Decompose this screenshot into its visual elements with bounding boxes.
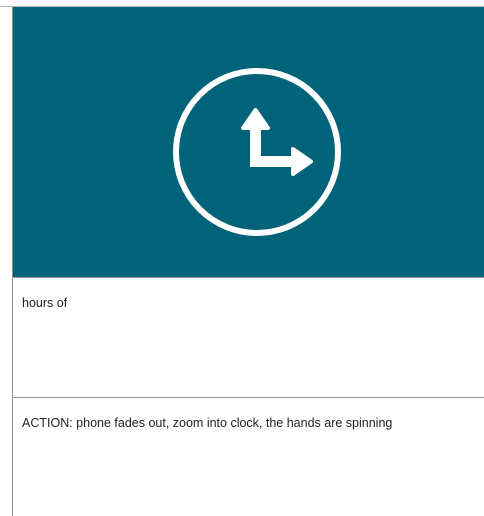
row-divider xyxy=(12,277,484,278)
action-text: ACTION: phone fades out, zoom into clock… xyxy=(22,416,393,430)
storyboard-image-cell xyxy=(13,7,484,277)
row-divider xyxy=(12,397,484,398)
clock-arrow-icon xyxy=(171,66,343,238)
narration-text: hours of xyxy=(22,296,68,310)
storyboard-page: hours of ACTION: phone fades out, zoom i… xyxy=(0,0,484,516)
